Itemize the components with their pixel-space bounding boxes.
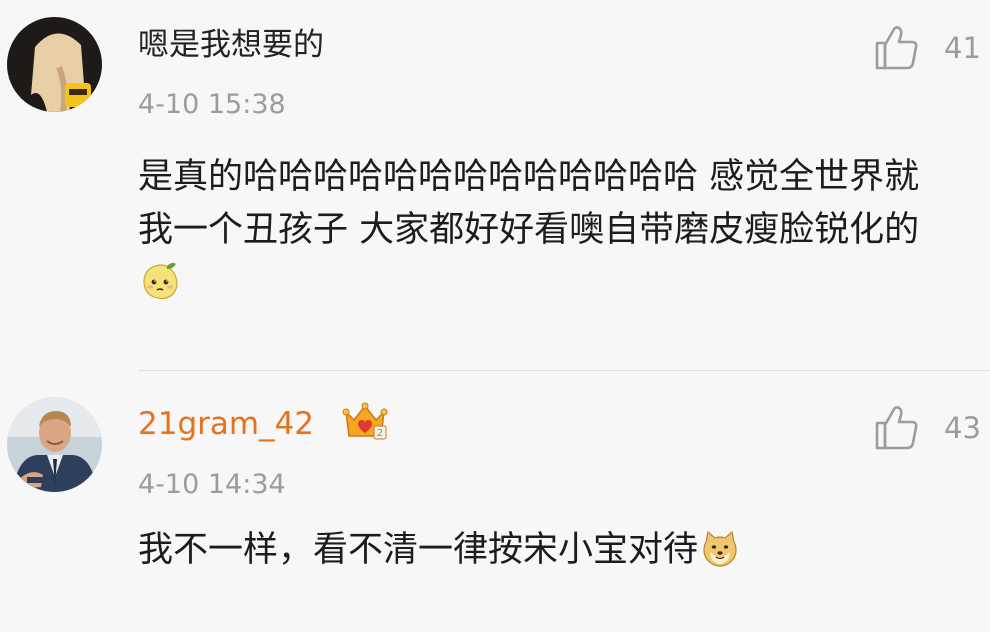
timestamp: 4-10 15:38 xyxy=(138,89,286,120)
like-count: 41 xyxy=(944,31,981,65)
thumbs-up-icon xyxy=(875,406,918,450)
comment-body: 我不一样，看不清一律按宋小宝对待 xyxy=(138,530,699,570)
avatar[interactable] xyxy=(7,17,102,112)
comment-text: 我不一样，看不清一律按宋小宝对待 xyxy=(138,524,928,577)
comment-text: 是真的哈哈哈哈哈哈哈哈哈哈哈哈哈 感觉全世界就我一个丑孩子 大家都好好看噢自带磨… xyxy=(138,151,928,310)
username[interactable]: 21gram_42 xyxy=(138,404,314,444)
thumbs-up-icon xyxy=(875,26,918,70)
svg-text:2: 2 xyxy=(377,428,383,439)
comment-body: 是真的哈哈哈哈哈哈哈哈哈哈哈哈哈 感觉全世界就我一个丑孩子 大家都好好看噢自带磨… xyxy=(138,157,920,250)
like-button[interactable]: 41 xyxy=(872,23,984,73)
like-count: 43 xyxy=(944,411,981,445)
like-button[interactable]: 43 xyxy=(872,403,984,453)
doge-emoji-icon xyxy=(703,530,737,567)
vip-crown-badge-icon: 2 xyxy=(342,402,388,440)
lemon-face-emoji-icon xyxy=(143,262,178,300)
timestamp: 4-10 14:34 xyxy=(138,469,286,500)
username[interactable]: 嗯是我想要的 xyxy=(138,25,324,65)
comment-item: 21gram_42 2 4-10 14:34 43 我不一样，看不清一律按宋小宝… xyxy=(0,372,990,632)
comment-item: 嗯是我想要的 4-10 15:38 41 是真的哈哈哈哈哈哈哈哈哈哈哈哈哈 感觉… xyxy=(0,0,990,370)
comment-divider xyxy=(138,370,990,371)
avatar[interactable] xyxy=(7,397,102,492)
